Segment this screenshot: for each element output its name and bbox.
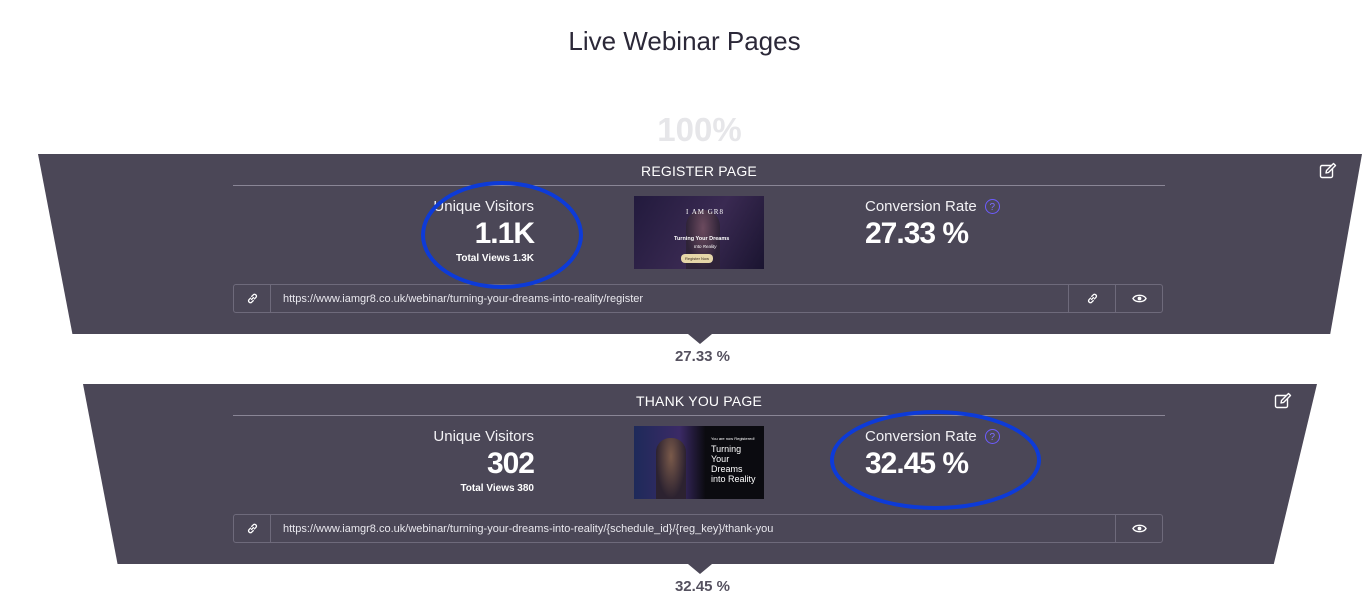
help-icon[interactable]: ? (984, 429, 1000, 444)
thumbnail-headline-2: Your (711, 454, 730, 464)
edit-icon[interactable] (1319, 162, 1337, 180)
conversion-rate-label: Conversion Rate? (865, 428, 1065, 445)
help-icon[interactable]: ? (984, 199, 1000, 214)
conversion-rate: Conversion Rate? 27.33 % (865, 198, 1065, 250)
thumbnail-figure (656, 438, 686, 499)
url-bar: https://www.iamgr8.co.uk/webinar/turning… (233, 284, 1163, 313)
unique-visitors-value: 1.1K (474, 217, 535, 250)
thumbnail-logo: I AM GR8 (686, 208, 724, 216)
conversion-rate-value: 27.33 % (865, 217, 969, 250)
total-views: Total Views 1.3K (456, 253, 534, 264)
unique-visitors: Unique Visitors 302 Total Views 380 (343, 428, 535, 494)
link-icon-glyph (247, 293, 257, 304)
unique-visitors-value: 302 (486, 447, 535, 480)
conversion-rate-label: Conversion Rate? (865, 198, 1065, 215)
total-views: Total Views 380 (460, 483, 534, 494)
funnel-pointer (688, 334, 712, 344)
link-icon-glyph (247, 523, 257, 534)
copy-link-icon[interactable] (1068, 285, 1115, 312)
unique-visitors-label: Unique Visitors (433, 198, 534, 215)
funnel-step-register: REGISTER PAGE Unique Visitors 1.1K Total… (38, 154, 1362, 334)
edit-icon[interactable] (1274, 392, 1292, 410)
page-url[interactable]: https://www.iamgr8.co.uk/webinar/turning… (271, 515, 1115, 542)
link-icon[interactable] (234, 515, 271, 542)
url-bar: https://www.iamgr8.co.uk/webinar/turning… (233, 514, 1163, 543)
link-icon[interactable] (234, 285, 271, 312)
page-thumbnail[interactable]: You are now Registered! Turning Your Dre… (634, 426, 764, 499)
thumbnail-headline: Turning Your Dreams (674, 236, 730, 242)
unique-visitors: Unique Visitors 1.1K Total Views 1.3K (343, 198, 535, 264)
thumbnail-headline-1: Turning (711, 444, 742, 454)
top-percent: 100% (657, 111, 742, 148)
page-title: Live Webinar Pages (568, 26, 801, 56)
step-conversion: 32.45 % (674, 578, 731, 595)
conversion-rate: Conversion Rate? 32.45 % (865, 428, 1065, 480)
eye-icon-glyph (1131, 524, 1147, 533)
funnel-step-thank-you: THANK YOU PAGE Unique Visitors 302 Total… (83, 384, 1317, 564)
eye-icon-glyph (1131, 294, 1147, 303)
unique-visitors-label: Unique Visitors (433, 428, 534, 445)
step-header: REGISTER PAGE (233, 154, 1165, 186)
step-content: REGISTER PAGE Unique Visitors 1.1K Total… (233, 154, 1165, 313)
eye-icon[interactable] (1115, 515, 1162, 542)
copy-link-icon-glyph (1087, 293, 1097, 304)
thumbnail-subheadline: You are now Registered! (711, 436, 755, 441)
eye-icon[interactable] (1115, 285, 1162, 312)
step-content: THANK YOU PAGE Unique Visitors 302 Total… (233, 384, 1165, 543)
thumbnail-headline-3: Dreams (711, 464, 743, 474)
step-header: THANK YOU PAGE (233, 384, 1165, 416)
page-thumbnail[interactable]: I AM GR8 Turning Your Dreams Into Realit… (634, 196, 764, 269)
step-conversion: 27.33 % (674, 348, 731, 365)
page-url[interactable]: https://www.iamgr8.co.uk/webinar/turning… (271, 285, 1068, 312)
thumbnail-headline-4: into Reality (711, 474, 756, 484)
funnel-pointer (688, 564, 712, 574)
conversion-rate-label-text: Conversion Rate (865, 198, 977, 215)
conversion-rate-label-text: Conversion Rate (865, 428, 977, 445)
thumbnail-button: Register Now (681, 254, 714, 263)
conversion-rate-value: 32.45 % (865, 447, 969, 480)
thumbnail-subheadline: Into Reality (694, 244, 717, 249)
